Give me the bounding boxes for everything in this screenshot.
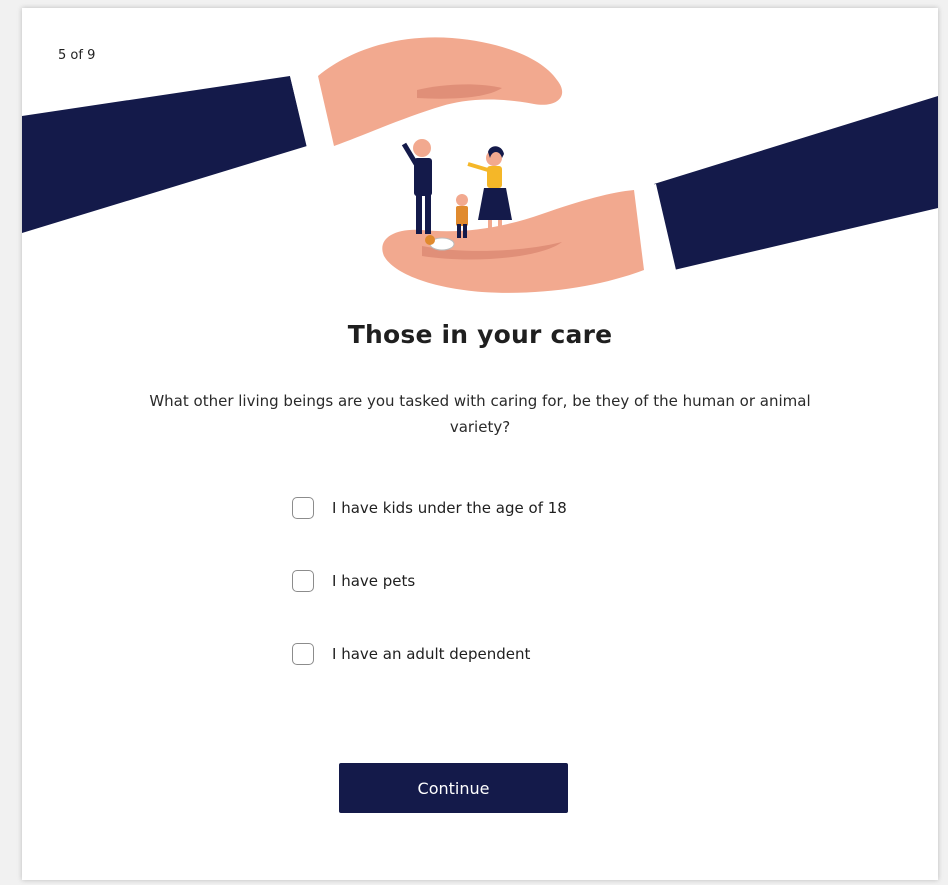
page-title: Those in your care [347, 320, 613, 349]
right-sleeve [654, 96, 938, 270]
checkbox[interactable] [292, 643, 314, 665]
checkbox[interactable] [292, 570, 314, 592]
option-pets[interactable]: I have pets [292, 567, 567, 595]
option-label: I have kids under the age of 18 [332, 499, 567, 517]
hands-protecting-family-illustration [22, 37, 938, 293]
questionnaire-card: 5 of 9 Those in your care What other liv… [22, 8, 938, 880]
option-label: I have pets [332, 572, 416, 590]
option-label: I have an adult dependent [332, 645, 531, 663]
woman-figure [467, 146, 512, 238]
man-figure [401, 139, 432, 234]
option-adult-dependent[interactable]: I have an adult dependent [292, 640, 567, 668]
options-list: I have kids under the age of 18 I have p… [292, 494, 567, 713]
checkbox[interactable] [292, 497, 314, 519]
left-sleeve [22, 76, 307, 233]
continue-button[interactable]: Continue [339, 763, 568, 813]
question-text: What other living beings are you tasked … [149, 392, 811, 436]
option-kids-under-18[interactable]: I have kids under the age of 18 [292, 494, 567, 522]
